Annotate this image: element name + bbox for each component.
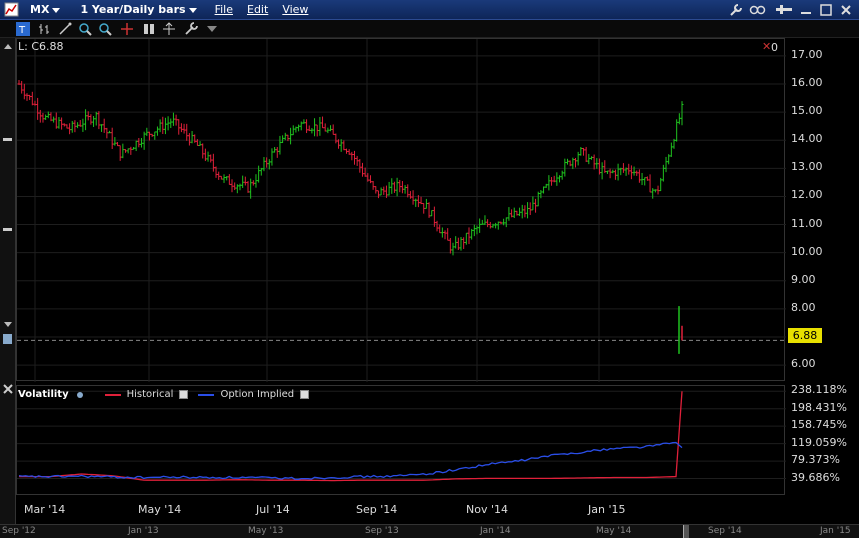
zoom-out-icon[interactable] xyxy=(98,22,112,36)
volatility-tick-label: 158.745% xyxy=(791,418,847,432)
implied-checkbox[interactable] xyxy=(300,390,310,399)
left-rail xyxy=(0,38,16,524)
price-tick-label: 17.00 xyxy=(791,47,823,61)
historical-volatility-line xyxy=(19,391,683,482)
time-axis: Mar '14 May '14 Jul '14 Sep '14 Nov '14 Jan '… xyxy=(16,495,785,523)
price-chart[interactable] xyxy=(16,38,786,382)
title-bar: MX 1 Year/Daily bars File Edit View xyxy=(0,0,859,20)
volatility-tick-label: 198.431% xyxy=(791,400,847,414)
current-price-badge: 6.88 xyxy=(788,328,822,343)
close-pane-icon[interactable] xyxy=(3,384,13,394)
period-label: 1 Year/Daily bars xyxy=(80,3,186,16)
detach-icon[interactable] xyxy=(775,3,793,17)
close-chart-icon[interactable]: ✕ xyxy=(762,40,771,53)
volatility-tick-label: 39.686% xyxy=(791,470,840,484)
volatility-chart[interactable] xyxy=(16,385,786,495)
collapse-down-icon[interactable] xyxy=(3,320,13,328)
settings-icon[interactable] xyxy=(184,22,198,36)
navigator-tick-label: Sep '14 xyxy=(708,526,742,536)
navigator-tick-label: Jan '14 xyxy=(480,526,511,536)
price-tick-label: 16.00 xyxy=(791,75,823,89)
navigator-tick-label: Jan '13 xyxy=(128,526,159,536)
historical-legend-label: Historical xyxy=(126,389,174,400)
price-tick-label: 14.00 xyxy=(791,132,823,146)
time-tick-label: Jan '15 xyxy=(588,503,626,516)
menu-edit[interactable]: Edit xyxy=(247,3,268,16)
menu-file[interactable]: File xyxy=(215,3,233,16)
navigator-tick-label: Sep '13 xyxy=(365,526,399,536)
move-icon[interactable] xyxy=(162,22,176,36)
volatility-tick-label: 238.118% xyxy=(791,383,847,397)
price-pane-marker xyxy=(3,334,12,344)
navigator-tick-label: May '13 xyxy=(248,526,284,536)
symbol-label: MX xyxy=(30,3,50,16)
bar-chart-icon[interactable] xyxy=(38,22,52,36)
navigator-tick-label: Sep '12 xyxy=(2,526,36,536)
svg-text:T: T xyxy=(18,25,26,36)
text-tool-icon[interactable]: T xyxy=(16,22,30,36)
close-icon[interactable] xyxy=(839,3,853,17)
volatility-header: Volatility Historical Option Implied xyxy=(18,388,310,401)
chart-app-icon xyxy=(4,2,19,16)
maximize-icon[interactable] xyxy=(819,3,833,17)
time-navigator[interactable]: Sep '12 Jan '13 May '13 Sep '13 Jan '14 May '… xyxy=(0,524,859,538)
price-tick-label: 8.00 xyxy=(791,300,816,314)
price-tick-label: 13.00 xyxy=(791,160,823,174)
volatility-axis: 238.118% 198.431% 158.745% 119.059% 79.373% 3… xyxy=(785,383,859,495)
chevron-down-icon xyxy=(52,7,61,13)
navigator-tick-label: May '14 xyxy=(596,526,632,536)
settings-gear-icon[interactable] xyxy=(75,390,85,400)
collapse-up-icon[interactable] xyxy=(3,42,13,50)
volatility-title: Volatility xyxy=(18,389,69,400)
order-count: 0 xyxy=(771,41,778,54)
price-plot-svg xyxy=(17,39,786,382)
volatility-plot-svg xyxy=(17,390,786,482)
price-tick-label: 15.00 xyxy=(791,104,823,118)
volatility-tick-label: 119.059% xyxy=(791,435,847,449)
chevron-down-icon xyxy=(188,7,197,13)
price-tick-label: 11.00 xyxy=(791,216,823,230)
splitter-handle[interactable] xyxy=(3,228,12,231)
time-tick-label: Nov '14 xyxy=(466,503,508,516)
more-dropdown-icon[interactable] xyxy=(205,22,219,36)
historical-checkbox[interactable] xyxy=(179,390,189,399)
historical-legend-swatch xyxy=(104,393,121,396)
splitter-handle[interactable] xyxy=(3,138,12,141)
link-icon[interactable] xyxy=(749,3,769,17)
minimize-icon[interactable] xyxy=(799,3,813,17)
time-tick-label: Sep '14 xyxy=(356,503,398,516)
symbol-selector[interactable]: MX xyxy=(30,3,61,16)
price-tick-label: 12.00 xyxy=(791,188,823,202)
volatility-tick-label: 79.373% xyxy=(791,453,840,467)
navigator-tick-label: Jan '15 xyxy=(820,526,851,536)
price-tick-label: 9.00 xyxy=(791,272,816,286)
menu-view[interactable]: View xyxy=(282,3,308,16)
period-selector[interactable]: 1 Year/Daily bars xyxy=(80,3,197,16)
implied-legend-label: Option Implied xyxy=(220,389,295,400)
last-price-label: L: C6.88 xyxy=(18,40,64,53)
chart-toolbar: T xyxy=(0,20,859,38)
price-tick-label: 10.00 xyxy=(791,244,823,258)
split-icon[interactable] xyxy=(142,22,156,36)
implied-legend-swatch xyxy=(198,393,215,396)
draw-line-icon[interactable] xyxy=(58,22,72,36)
time-tick-label: Jul '14 xyxy=(256,503,290,516)
wrench-icon[interactable] xyxy=(729,3,743,17)
zoom-in-icon[interactable] xyxy=(78,22,92,36)
time-tick-label: May '14 xyxy=(138,503,182,516)
crosshair-icon[interactable] xyxy=(120,22,134,36)
price-tick-label: 6.00 xyxy=(791,357,816,371)
time-tick-label: Mar '14 xyxy=(24,503,66,516)
navigator-window-handle[interactable] xyxy=(683,525,689,538)
